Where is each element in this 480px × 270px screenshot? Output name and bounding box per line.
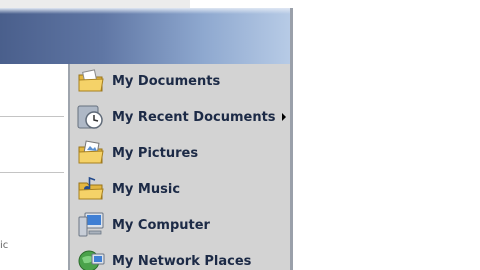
menu-item-my-computer[interactable]: My Computer [76, 208, 288, 242]
menu-item-my-documents[interactable]: My Documents [76, 64, 288, 98]
program-item-label[interactable]: ic [0, 240, 8, 251]
network-places-icon [78, 250, 105, 270]
programs-separator [0, 172, 64, 173]
menu-item-my-recent-documents[interactable]: My Recent Documents [76, 100, 288, 134]
menu-item-label: My Computer [112, 217, 210, 233]
menu-item-label: My Recent Documents [112, 109, 276, 125]
menu-item-label: My Network Places [112, 253, 252, 269]
menu-item-my-network-places[interactable]: My Network Places [76, 244, 288, 270]
menu-item-my-music[interactable]: My Music [76, 172, 288, 206]
places-pane: My Documents My Recent Documents My Pict… [70, 64, 290, 270]
folder-music-icon [78, 176, 104, 200]
menu-item-label: My Pictures [112, 145, 199, 161]
start-menu: ic My Documents My Recent Documents My P… [0, 8, 293, 270]
start-menu-border [290, 8, 293, 270]
programs-pane: ic [0, 64, 68, 270]
folder-pictures-icon [78, 140, 104, 164]
start-menu-header [0, 8, 290, 64]
programs-separator [0, 116, 64, 117]
menu-item-my-pictures[interactable]: My Pictures [76, 136, 288, 170]
menu-item-label: My Documents [112, 73, 221, 89]
submenu-arrow-icon [282, 113, 286, 121]
folder-documents-icon [78, 69, 104, 92]
computer-icon [78, 212, 104, 237]
recent-documents-icon [77, 105, 103, 129]
menu-item-label: My Music [112, 181, 181, 197]
